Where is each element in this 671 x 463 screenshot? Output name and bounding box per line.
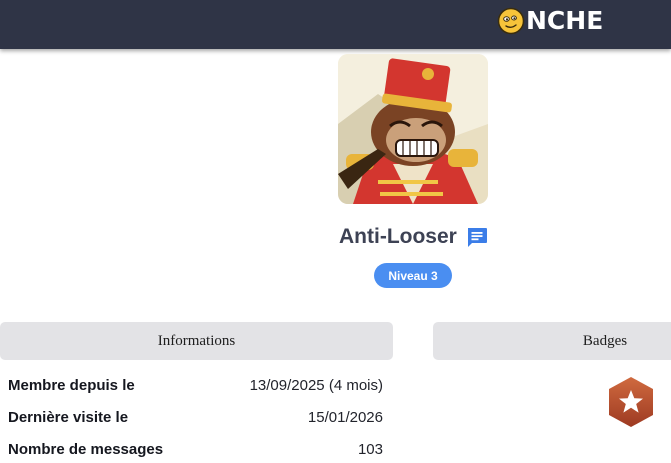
- badges-header: Badges: [433, 322, 671, 360]
- info-label: Dernière visite le: [8, 408, 129, 426]
- profile-name-row: Anti-Looser: [339, 222, 489, 252]
- info-row-message-count: Nombre de messages 103: [8, 437, 383, 461]
- informations-title: Informations: [157, 332, 236, 349]
- info-row-last-visit: Dernière visite le 15/01/2026: [8, 405, 383, 429]
- info-value: 103: [357, 440, 383, 458]
- top-navigation-bar: NCHE: [0, 0, 671, 49]
- info-row-member-since: Membre depuis le 13/09/2025 (4 mois): [8, 373, 383, 397]
- star-hexagon-badge-icon[interactable]: [604, 375, 658, 429]
- smiley-face-icon: [497, 7, 525, 35]
- level-badge: Niveau 3: [374, 263, 452, 288]
- info-label: Membre depuis le: [8, 376, 135, 394]
- badges-title: Badges: [582, 332, 628, 349]
- chat-icon[interactable]: [465, 225, 489, 249]
- site-logo[interactable]: NCHE: [497, 6, 603, 36]
- username: Anti-Looser: [339, 225, 457, 248]
- info-label: Nombre de messages: [8, 440, 164, 458]
- logo-text: NCHE: [526, 6, 604, 35]
- profile-avatar: [338, 54, 488, 204]
- info-value: 13/09/2025 (4 mois): [249, 376, 383, 394]
- informations-header: Informations: [0, 322, 393, 360]
- info-value: 15/01/2026: [307, 408, 383, 426]
- avatar-image: [338, 54, 488, 204]
